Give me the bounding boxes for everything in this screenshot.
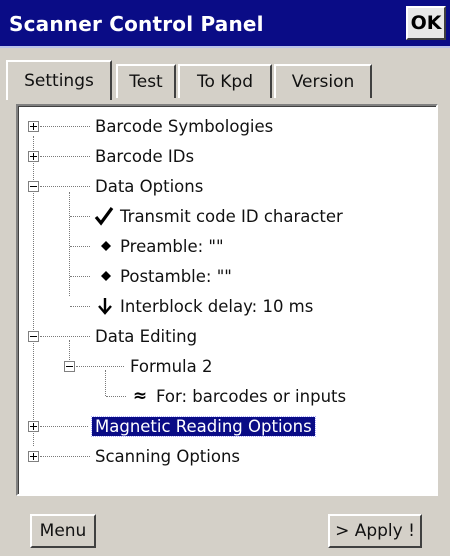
- tree-connector: [76, 366, 124, 367]
- checkmark-icon: [94, 206, 114, 226]
- tree-item-label: Formula 2: [130, 356, 213, 376]
- tree-item-label: Postamble: "": [120, 266, 232, 286]
- down-arrow-icon: [95, 296, 115, 316]
- tree-connector: [40, 126, 90, 127]
- apply-button[interactable]: > Apply !: [328, 514, 422, 548]
- tree-item-barcode-ids[interactable]: Barcode IDs: [18, 142, 436, 170]
- tree-item-transmit-code-id[interactable]: Transmit code ID character: [18, 202, 436, 230]
- tree-item-preamble[interactable]: Preamble: "": [18, 232, 436, 260]
- diamond-bullet-icon: [96, 266, 116, 286]
- tree-item-label: Barcode Symbologies: [95, 116, 274, 136]
- tree-item-label: Transmit code ID character: [120, 206, 343, 226]
- title-bar: Scanner Control Panel OK: [0, 0, 450, 48]
- tree-connector: [40, 336, 90, 337]
- tree-item-label: Scanning Options: [95, 446, 240, 466]
- tree-connector: [106, 396, 126, 397]
- expand-icon[interactable]: [28, 121, 39, 132]
- expand-icon[interactable]: [28, 421, 39, 432]
- tree-item-label: Data Options: [95, 176, 204, 196]
- tree-item-interblock-delay[interactable]: Interblock delay: 10 ms: [18, 292, 436, 320]
- tree-item-label: Barcode IDs: [95, 146, 195, 166]
- tree-connector: [40, 426, 88, 427]
- tree-item-formula-2[interactable]: Formula 2: [18, 352, 436, 380]
- bottom-toolbar: Menu > Apply !: [0, 500, 450, 556]
- tree-connector: [40, 156, 90, 157]
- tree-connector: [70, 246, 90, 247]
- tree-item-postamble[interactable]: Postamble: "": [18, 262, 436, 290]
- expand-icon[interactable]: [28, 151, 39, 162]
- collapse-icon[interactable]: [28, 331, 39, 342]
- tree-item-label-selected: Magnetic Reading Options: [91, 415, 316, 437]
- tree-item-data-editing[interactable]: Data Editing: [18, 322, 436, 350]
- tree-connector: [70, 276, 90, 277]
- tree-item-data-options[interactable]: Data Options: [18, 172, 436, 200]
- tree-item-label: For: barcodes or inputs: [156, 386, 347, 406]
- tree-connector: [70, 306, 90, 307]
- tab-strip: Settings Test To Kpd Version: [0, 48, 450, 104]
- diamond-bullet-icon: [96, 236, 116, 256]
- menu-button[interactable]: Menu: [30, 514, 96, 548]
- tree-item-scanning-options[interactable]: Scanning Options: [18, 442, 436, 470]
- approx-icon: ≈: [132, 386, 148, 406]
- tab-to-kpd[interactable]: To Kpd: [178, 64, 272, 98]
- tree-connector: [40, 186, 90, 187]
- tab-version[interactable]: Version: [274, 64, 372, 98]
- settings-tree[interactable]: Barcode Symbologies Barcode IDs Data Opt…: [16, 104, 438, 496]
- collapse-icon[interactable]: [64, 361, 75, 372]
- expand-icon[interactable]: [28, 451, 39, 462]
- tree-item-barcode-symbologies[interactable]: Barcode Symbologies: [18, 112, 436, 140]
- window-title: Scanner Control Panel: [9, 12, 264, 36]
- settings-panel: Barcode Symbologies Barcode IDs Data Opt…: [0, 100, 450, 506]
- tree-item-label: Data Editing: [95, 326, 198, 346]
- tree-item-label: Interblock delay: 10 ms: [120, 296, 314, 316]
- collapse-icon[interactable]: [28, 181, 39, 192]
- tab-test[interactable]: Test: [116, 64, 176, 98]
- tree-item-label: Preamble: "": [120, 236, 224, 256]
- tab-settings[interactable]: Settings: [6, 60, 112, 100]
- tree-connector: [70, 216, 90, 217]
- tree-item-magnetic-reading-options[interactable]: Magnetic Reading Options: [18, 412, 436, 440]
- ok-button[interactable]: OK: [406, 6, 446, 40]
- tree-item-for-barcodes[interactable]: ≈ For: barcodes or inputs: [18, 382, 436, 410]
- tree-connector: [40, 456, 90, 457]
